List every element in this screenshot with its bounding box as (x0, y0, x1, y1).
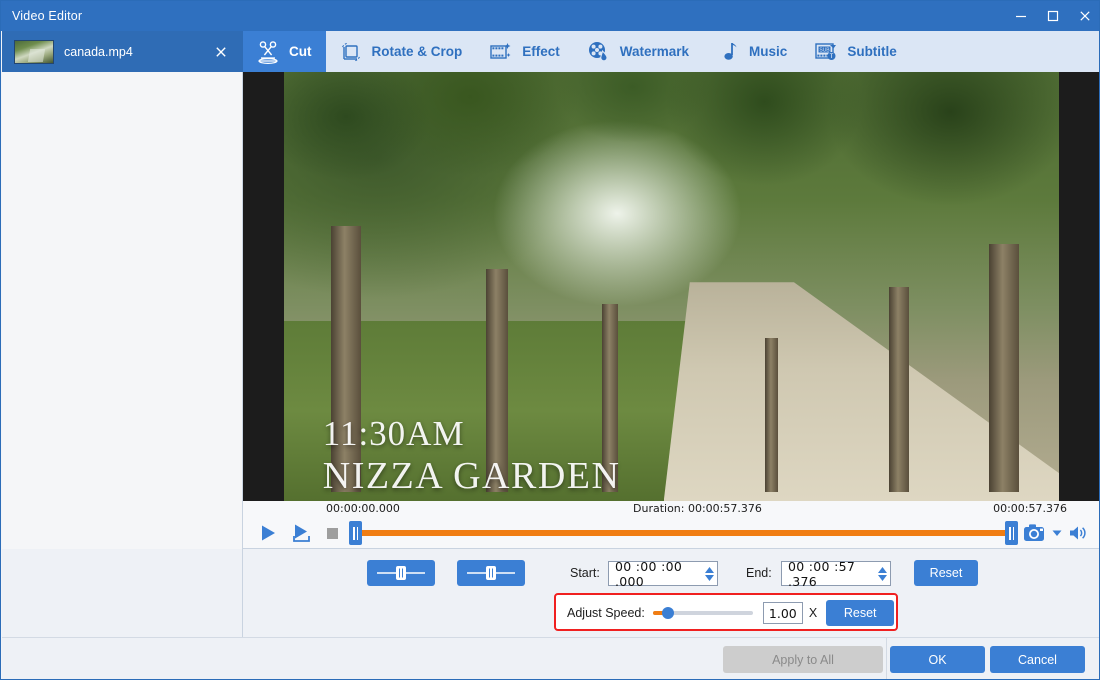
chevron-down-icon[interactable] (1050, 519, 1064, 547)
subtitle-icon: SUB T (813, 39, 839, 65)
set-start-marker-button[interactable] (367, 560, 435, 586)
video-tree-trunk (764, 337, 778, 493)
tab-music[interactable]: Music (703, 31, 801, 72)
file-list-sidebar: canada.mp4 (2, 31, 243, 549)
tab-label: Effect (522, 44, 560, 59)
tab-effect[interactable]: Effect (476, 31, 574, 72)
tab-watermark[interactable]: Watermark (574, 31, 703, 72)
play-icon[interactable] (251, 519, 285, 547)
volume-icon[interactable] (1064, 519, 1092, 547)
editor-tab-bar: Cut Rotate & Crop Effect Watermark Music… (243, 31, 1099, 72)
play-selection-icon[interactable] (285, 519, 319, 547)
tab-rotate-crop[interactable]: Rotate & Crop (326, 31, 477, 72)
speed-value-input[interactable]: 1.00 (762, 602, 803, 624)
dialog-footer: Apply to All OK Cancel (2, 637, 1099, 679)
tab-label: Watermark (619, 44, 690, 59)
start-time-field[interactable]: 00 :00 :00 .000 (608, 558, 718, 589)
apply-to-all-button[interactable]: Apply to All (723, 646, 883, 673)
tab-label: Music (749, 44, 788, 59)
overlay-line-2: NIZZA GARDEN (322, 455, 621, 498)
end-time-label: End: (746, 566, 772, 580)
timeline-start-time: 00:00:00.000 (326, 502, 400, 515)
end-time-value: 00 :00 :57 .376 (788, 558, 856, 589)
camera-icon[interactable] (1020, 519, 1050, 547)
tab-label: Subtitle (847, 44, 897, 59)
video-editor-window: Video Editor canada.mp4 Cut Rotate & Cro… (0, 0, 1100, 680)
ok-button[interactable]: OK (890, 646, 985, 673)
minimize-icon[interactable] (1005, 1, 1037, 31)
set-start-marker-icon (377, 566, 425, 580)
window-controls (1005, 1, 1099, 31)
watermark-drop-icon (586, 39, 612, 65)
list-item[interactable]: canada.mp4 (2, 31, 243, 72)
close-icon[interactable] (1069, 1, 1099, 31)
end-time-field[interactable]: 00 :00 :57 .376 (781, 558, 891, 589)
reset-speed-button[interactable]: Reset (826, 600, 895, 626)
end-time-stepper[interactable] (877, 566, 887, 581)
start-time-value: 00 :00 :00 .000 (615, 558, 683, 589)
close-icon[interactable] (213, 44, 229, 60)
start-time-stepper[interactable] (704, 566, 714, 581)
timeline-track[interactable] (361, 530, 1006, 536)
speed-unit-label: X (808, 606, 818, 620)
video-overlay-text: 11:30AM NIZZA GARDEN (323, 413, 621, 499)
window-title: Video Editor (12, 9, 83, 23)
speed-slider-knob[interactable] (661, 607, 674, 619)
file-name-label: canada.mp4 (64, 44, 133, 59)
speed-slider[interactable] (652, 605, 753, 621)
playback-controls (243, 519, 1099, 547)
video-frame: 11:30AM NIZZA GARDEN (284, 72, 1059, 501)
footer-divider (886, 638, 887, 679)
timeline-duration-label: Duration: 00:00:57.376 (633, 502, 762, 515)
title-bar: Video Editor (1, 1, 1099, 31)
film-sparkle-icon (488, 39, 514, 65)
video-tree-trunk (989, 243, 1020, 493)
trim-handle-right[interactable] (1005, 521, 1018, 545)
timeline-slider[interactable] (349, 521, 1018, 545)
overlay-line-1: 11:30AM (322, 413, 465, 453)
scissors-icon (255, 39, 281, 65)
music-note-icon (715, 39, 741, 65)
reset-trim-button[interactable]: Reset (914, 560, 978, 586)
video-canopy (284, 72, 1059, 321)
video-thumbnail (14, 39, 54, 64)
sidebar-spacer (2, 549, 243, 637)
adjust-speed-group: Adjust Speed: 1.00 X Reset (554, 593, 898, 631)
tab-cut[interactable]: Cut (243, 31, 326, 72)
tab-label: Rotate & Crop (371, 44, 463, 59)
video-preview[interactable]: 11:30AM NIZZA GARDEN (243, 72, 1099, 501)
cut-controls-panel: Start: 00 :00 :00 .000 End: 00 :00 :57 .… (243, 549, 1099, 637)
trim-handle-left[interactable] (349, 521, 362, 545)
tab-subtitle[interactable]: SUB T Subtitle (801, 31, 911, 72)
start-time-label: Start: (570, 566, 600, 580)
set-end-marker-button[interactable] (457, 560, 525, 586)
video-tree-trunk (888, 286, 909, 493)
timeline-end-time: 00:00:57.376 (993, 502, 1067, 515)
cancel-button[interactable]: Cancel (990, 646, 1085, 673)
stop-icon[interactable] (319, 519, 345, 547)
maximize-icon[interactable] (1037, 1, 1069, 31)
timeline-time-labels: 00:00:00.000 Duration: 00:00:57.376 00:0… (243, 502, 1099, 518)
crop-rotate-icon (338, 39, 364, 65)
adjust-speed-label: Adjust Speed: (567, 606, 645, 620)
svg-text:SUB: SUB (820, 47, 831, 53)
tab-label: Cut (289, 44, 312, 59)
timeline-bar: 00:00:00.000 Duration: 00:00:57.376 00:0… (243, 501, 1099, 549)
svg-text:T: T (830, 54, 834, 60)
set-end-marker-icon (467, 566, 515, 580)
